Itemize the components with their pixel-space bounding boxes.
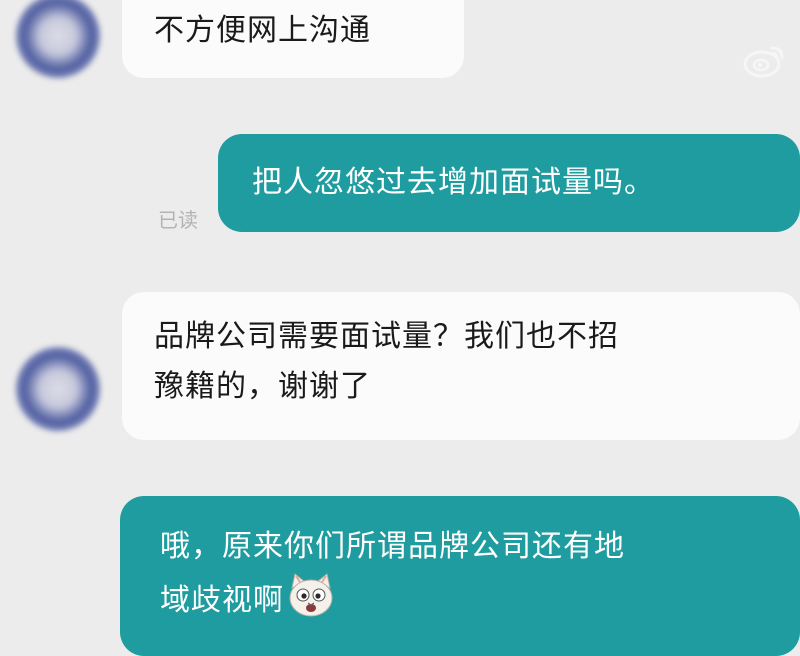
message-text: 不方便网上沟通 bbox=[154, 13, 371, 48]
contact-avatar[interactable] bbox=[16, 0, 100, 78]
read-receipt: 已读 bbox=[158, 208, 198, 232]
message-text-line-1: 品牌公司需要面试量？我们也不招 bbox=[154, 319, 619, 354]
message-text-line-2: 域歧视啊 bbox=[160, 572, 800, 626]
message-text-line-1: 哦，原来你们所谓品牌公司还有地 bbox=[160, 529, 625, 564]
message-bubble-incoming[interactable]: 品牌公司需要面试量？我们也不招 豫籍的，谢谢了 bbox=[122, 292, 800, 440]
message-text-line-2: 豫籍的，谢谢了 bbox=[154, 369, 371, 404]
weibo-watermark-icon bbox=[743, 46, 784, 78]
message-text-line-2-text: 域歧视啊 bbox=[160, 583, 284, 618]
message-bubble-incoming[interactable]: 不方便网上沟通 bbox=[122, 0, 464, 78]
message-bubble-outgoing[interactable]: 哦，原来你们所谓品牌公司还有地 域歧视啊 bbox=[120, 496, 800, 656]
contact-avatar[interactable] bbox=[16, 347, 100, 431]
message-bubble-outgoing[interactable]: 把人忽悠过去增加面试量吗。 bbox=[218, 134, 800, 232]
message-text: 把人忽悠过去增加面试量吗。 bbox=[252, 165, 655, 200]
cat-emoji bbox=[289, 573, 333, 617]
